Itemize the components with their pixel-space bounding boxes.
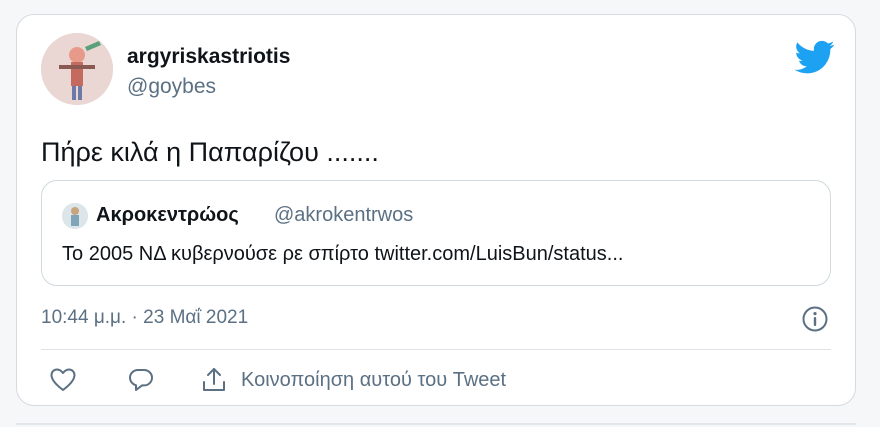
twitter-bird-icon[interactable] xyxy=(793,37,837,77)
quoted-author-handle: @akrokentrwos xyxy=(274,204,414,226)
quoted-tweet-text: Το 2005 ΝΔ κυβερνούσε ρε σπίρτο twitter.… xyxy=(62,243,624,265)
share-button[interactable]: Κοινοποίηση αυτού του Tweet xyxy=(201,365,506,395)
tweet-card[interactable]: argyriskastriotis @goybes Πήρε κιλά η Πα… xyxy=(16,14,856,406)
heart-icon xyxy=(50,368,76,391)
author-name[interactable]: argyriskastriotis xyxy=(127,45,290,69)
actions-divider xyxy=(41,349,831,350)
info-icon[interactable] xyxy=(801,305,829,333)
quoted-avatar-illustration xyxy=(62,203,88,229)
author-handle[interactable]: @goybes xyxy=(127,75,216,99)
quoted-tweet[interactable]: Ακροκεντρώος @akrokentrwos Το 2005 ΝΔ κυ… xyxy=(41,180,831,286)
like-button[interactable] xyxy=(49,365,77,395)
avatar-illustration xyxy=(41,33,113,105)
quoted-author-avatar xyxy=(62,203,88,229)
reply-button[interactable] xyxy=(127,365,155,395)
quoted-author-name: Ακροκεντρώος xyxy=(96,204,239,226)
tweet-timestamp[interactable]: 10:44 μ.μ. · 23 Μαΐ 2021 xyxy=(41,307,248,329)
tweet-text: Πήρε κιλά η Παπαρίζου ....... xyxy=(41,137,379,167)
author-avatar[interactable] xyxy=(41,33,113,105)
share-label: Κοινοποίηση αυτού του Tweet xyxy=(241,368,507,391)
reply-icon xyxy=(129,369,153,391)
next-card-edge xyxy=(16,423,856,425)
share-icon xyxy=(203,368,225,391)
